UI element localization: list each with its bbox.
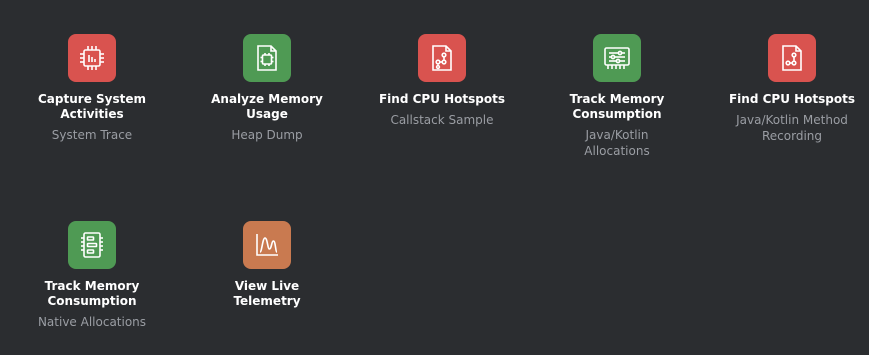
task-title: Analyze Memory Usage [211,92,323,121]
memory-allocation-icon [593,34,641,82]
task-find-cpu-hotspots-method-recording[interactable]: Find CPU Hotspots Java/Kotlin Method Rec… [717,34,867,144]
telemetry-wave-icon [243,221,291,269]
memory-chip-document-icon [243,34,291,82]
task-title: Track Memory Consumption [44,279,140,308]
task-title: Find CPU Hotspots [378,92,506,106]
callstack-document-icon [418,34,466,82]
task-capture-system-activities[interactable]: Capture System Activities System Trace [17,34,167,143]
task-grid: Capture System Activities System Trace A… [0,0,869,355]
native-memory-icon [68,221,116,269]
method-trace-document-icon [768,34,816,82]
task-subtitle: Native Allocations [37,315,147,329]
task-subtitle: Java/Kotlin Method Recording [736,113,848,143]
task-title: Track Memory Consumption [569,92,665,121]
task-title: Find CPU Hotspots [728,92,856,106]
cpu-chip-icon [68,34,116,82]
task-title: Capture System Activities [38,92,146,121]
task-view-live-telemetry[interactable]: View Live Telemetry [192,221,342,314]
task-find-cpu-hotspots-callstack[interactable]: Find CPU Hotspots Callstack Sample [367,34,517,128]
task-track-memory-native[interactable]: Track Memory Consumption Native Allocati… [17,221,167,330]
task-subtitle: Heap Dump [231,128,303,142]
task-title: View Live Telemetry [233,279,301,308]
task-subtitle: Callstack Sample [390,113,494,127]
task-subtitle: Java/Kotlin Allocations [584,128,650,158]
task-analyze-memory-usage[interactable]: Analyze Memory Usage Heap Dump [192,34,342,143]
task-track-memory-java-kotlin[interactable]: Track Memory Consumption Java/Kotlin All… [542,34,692,159]
task-subtitle: System Trace [51,128,133,142]
